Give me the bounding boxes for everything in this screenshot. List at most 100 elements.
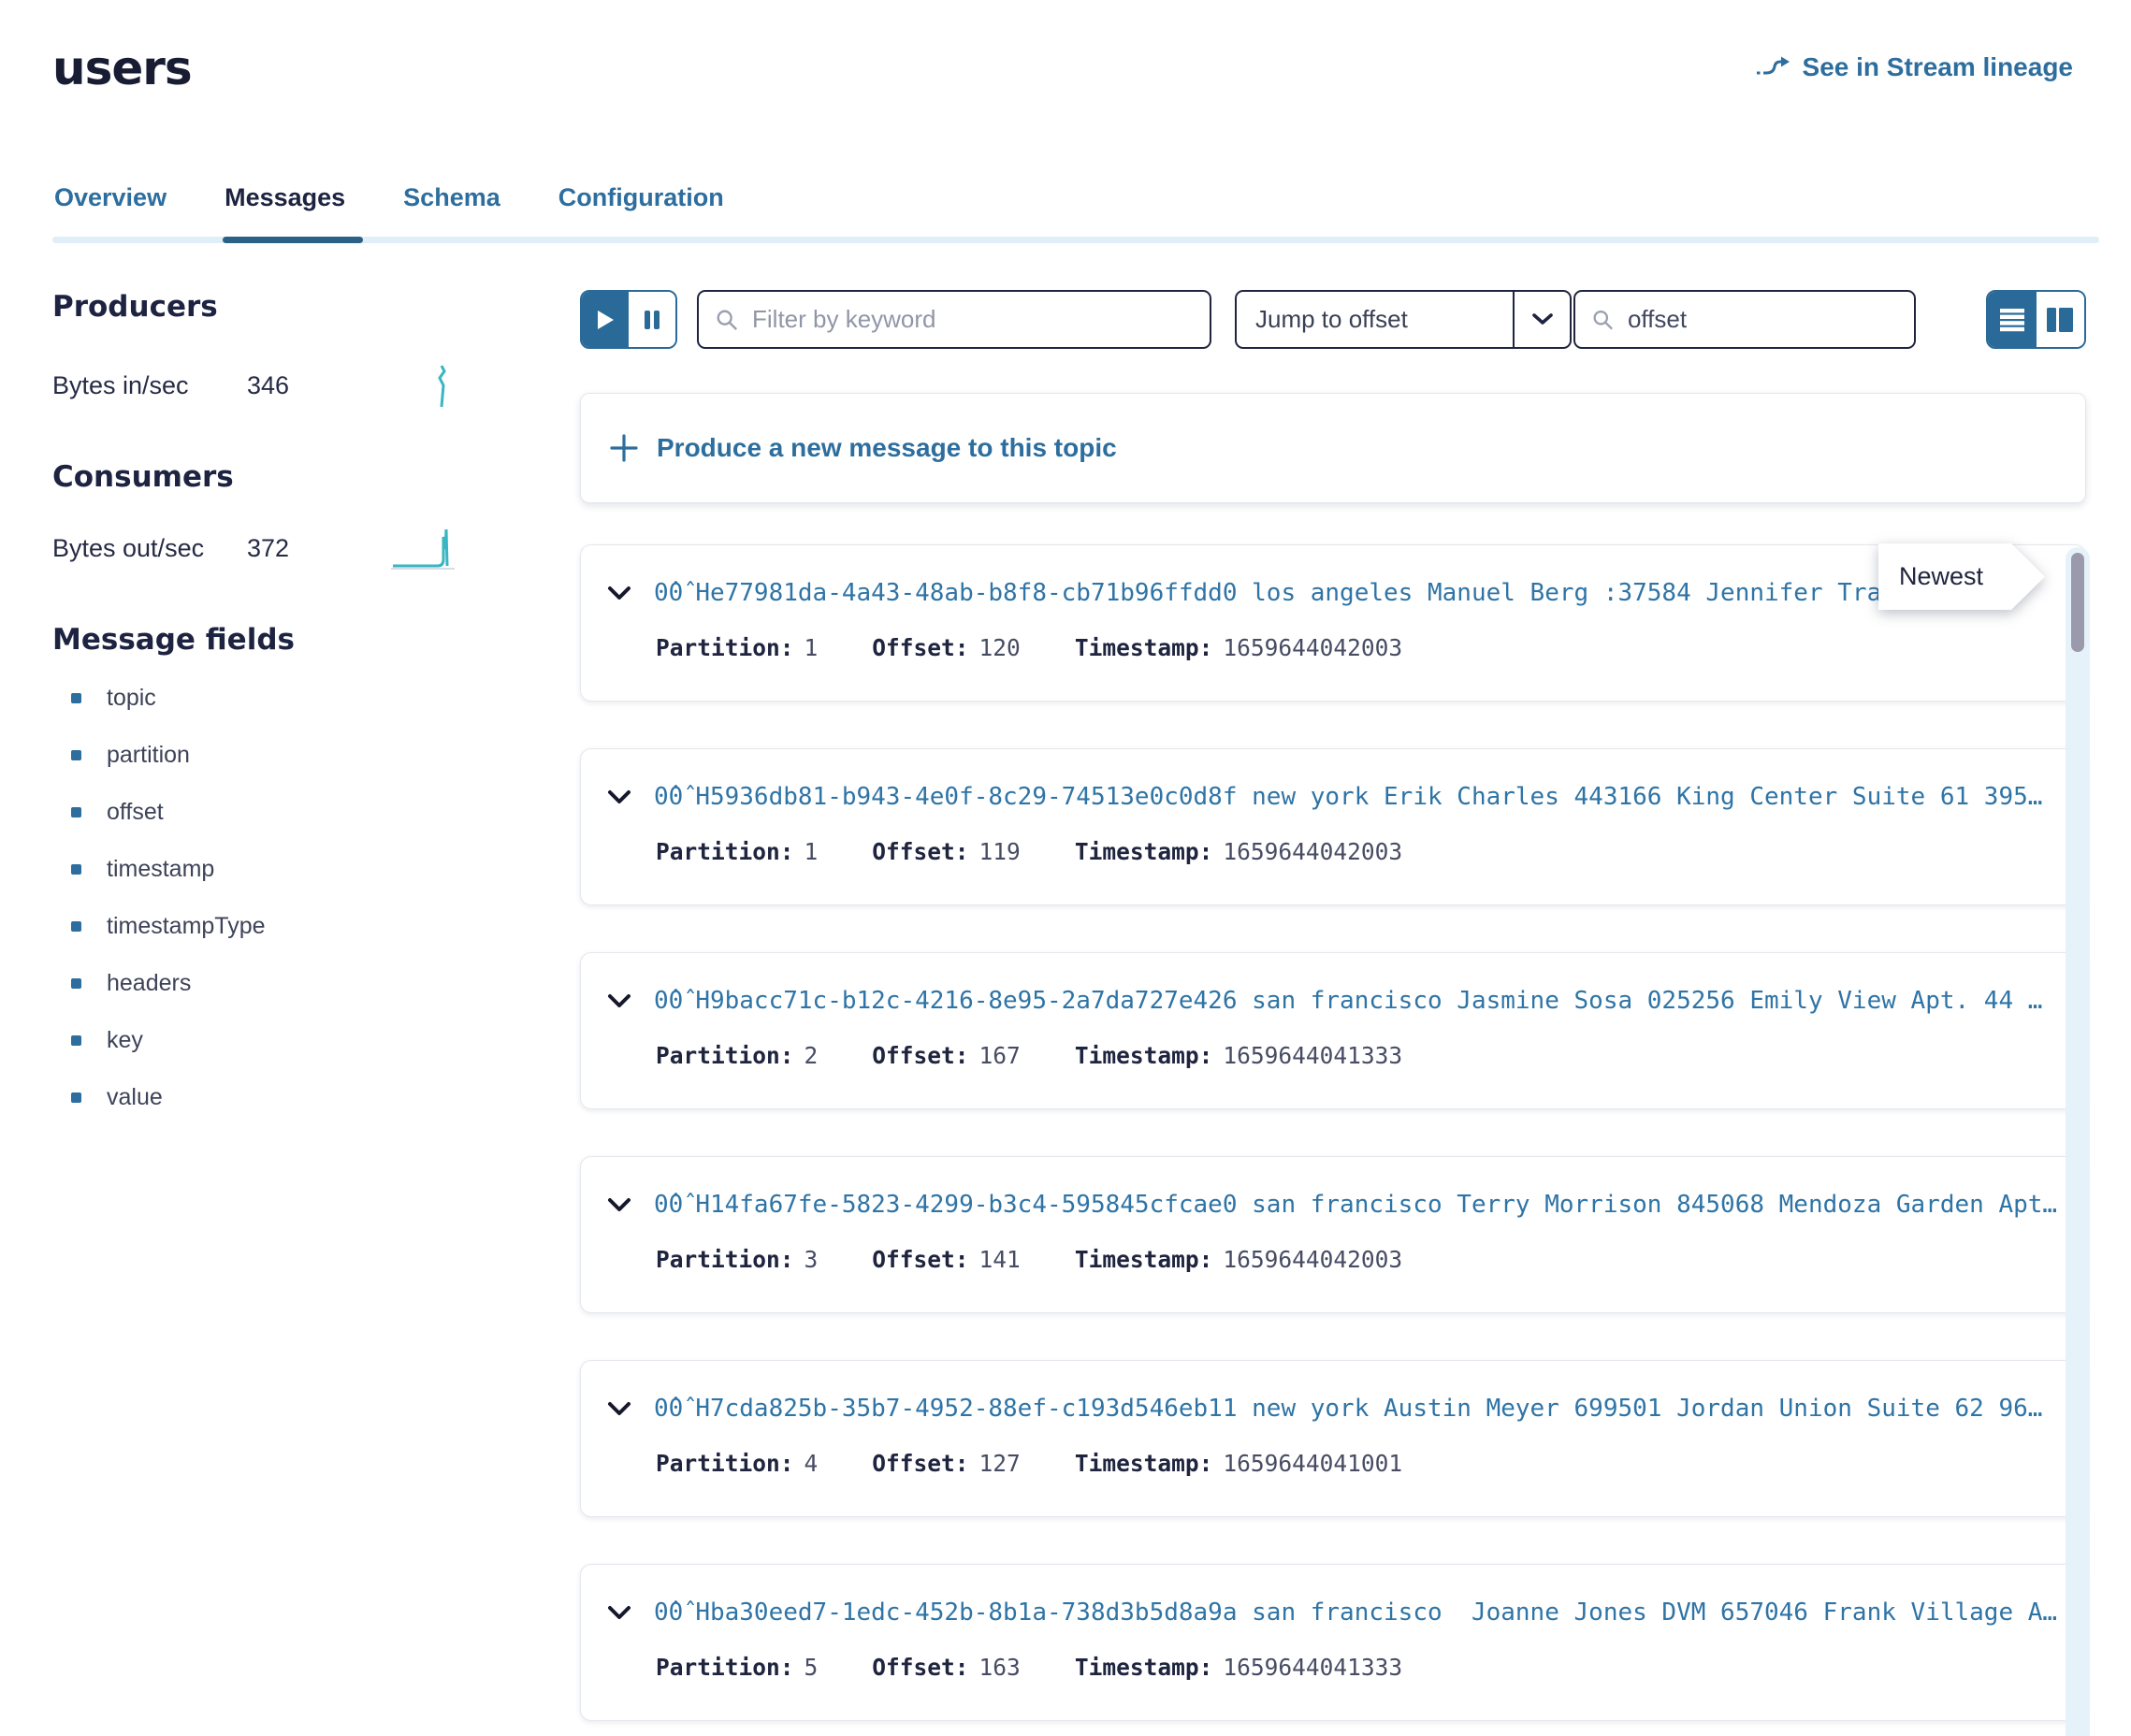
message-field-item[interactable]: timestampType [52,898,580,955]
tab-underline-track [52,237,2099,243]
list-view-button[interactable] [1988,292,2037,347]
offset-input-wrapper [1573,290,1916,349]
timestamp-pair: Timestamp:1659644041001 [1075,1450,1402,1477]
bytes-out-sparkline [389,524,457,572]
message-key-row: 0̂0̂ H9bacc71c-b12c-4216-8e95-2a7da727e4… [607,987,2057,1015]
message-field-item[interactable]: topic [52,670,580,727]
message-key: H14fa67fe-5823-4299-b3c4-595845cfcae0 sa… [695,1191,2057,1219]
bytes-out-metric: Bytes out/sec 372 [52,522,457,574]
message-meta-row: Partition:2 Offset:167 Timestamp:1659644… [607,1042,2057,1069]
stream-lineage-icon [1755,55,1790,80]
consumers-heading: Consumers [52,460,580,494]
offset-pair: Offset:119 [872,838,1021,865]
jump-to-offset-select[interactable]: Jump to offset [1235,290,1572,349]
field-label: key [107,1027,143,1054]
tab-overview[interactable]: Overview [52,183,168,237]
message-card[interactable]: 0̂0̂ H5936db81-b943-4e0f-8c29-74513e0c0d… [580,748,2086,905]
message-fields-heading: Message fields [52,623,580,657]
message-meta-row: Partition:3 Offset:141 Timestamp:1659644… [607,1246,2057,1273]
chevron-down-icon[interactable] [607,1605,631,1621]
scrollbar-thumb[interactable] [2071,553,2084,652]
field-bullet-icon [71,978,81,989]
play-icon [595,309,616,331]
field-bullet-icon [71,807,81,817]
chevron-down-icon [1532,313,1553,326]
column-view-button[interactable] [2037,292,2085,347]
message-meta-row: Partition:1 Offset:120 Timestamp:1659644… [607,634,2057,661]
pause-button[interactable] [629,292,675,347]
tab-bar: Overview Messages Schema Configuration [0,183,2131,243]
play-button[interactable] [582,292,629,347]
message-card[interactable]: 0̂0̂ H14fa67fe-5823-4299-b3c4-595845cfca… [580,1156,2086,1313]
tab-messages[interactable]: Messages [223,183,347,237]
select-chevron-segment[interactable] [1513,292,1570,347]
offset-pair: Offset:127 [872,1450,1021,1477]
field-bullet-icon [71,864,81,875]
message-card[interactable]: 0̂0̂ H9bacc71c-b12c-4216-8e95-2a7da727e4… [580,952,2086,1109]
message-key-row: 0̂0̂ H7cda825b-35b7-4952-88ef-c193d546eb… [607,1395,2057,1423]
field-label: timestamp [107,856,214,883]
chevron-down-icon[interactable] [607,1197,631,1213]
chevron-down-icon[interactable] [607,789,631,805]
partition-pair: Partition:3 [656,1246,818,1273]
binary-glyphs: 0̂0̂ [654,579,683,607]
message-key: He77981da-4a43-48ab-b8f8-cb71b96ffdd0 lo… [695,579,1940,607]
produce-message-button[interactable]: Produce a new message to this topic [580,393,2086,503]
message-card[interactable]: 0̂0̂ Hba30eed7-1edc-452b-8b1a-738d3b5d8a… [580,1564,2086,1721]
message-key: Hba30eed7-1edc-452b-8b1a-738d3b5d8a9a sa… [695,1599,2057,1627]
field-label: topic [107,685,156,712]
timestamp-pair: Timestamp:1659644042003 [1075,1246,1402,1273]
tab-active-indicator [223,237,363,243]
timestamp-pair: Timestamp:1659644041333 [1075,1042,1402,1069]
plus-icon [609,433,639,463]
message-key: H7cda825b-35b7-4952-88ef-c193d546eb11 ne… [695,1395,2042,1423]
tab-schema[interactable]: Schema [401,183,502,237]
header: users See in Stream lineage [0,0,2131,95]
bytes-in-value: 346 [247,371,289,400]
chevron-down-icon[interactable] [607,993,631,1009]
newest-tooltip-body: Newest [1878,543,2045,610]
message-key: H5936db81-b943-4e0f-8c29-74513e0c0d8f ne… [695,783,2042,811]
stream-lineage-link[interactable]: See in Stream lineage [1755,52,2073,82]
message-field-item[interactable]: timestamp [52,841,580,898]
message-key-row: 0̂0̂ He77981da-4a43-48ab-b8f8-cb71b96ffd… [607,579,2057,607]
bytes-out-label: Bytes out/sec [52,534,247,563]
field-bullet-icon [71,1035,81,1046]
pause-icon [643,309,661,331]
message-field-item[interactable]: value [52,1069,580,1126]
bytes-in-sparkline [423,362,457,409]
messages-panel: Jump to offset [580,243,2131,1721]
field-bullet-icon [71,750,81,760]
produce-message-label: Produce a new message to this topic [657,433,1117,463]
message-fields-list: topic partition offset timestamp timesta… [52,670,580,1126]
message-meta-row: Partition:4 Offset:127 Timestamp:1659644… [607,1450,2057,1477]
bytes-out-value: 372 [247,534,289,563]
stream-lineage-label: See in Stream lineage [1803,52,2073,82]
play-pause-toggle [580,290,677,349]
search-icon [1592,308,1614,332]
filter-input[interactable] [752,305,1193,334]
field-bullet-icon [71,693,81,703]
column-view-icon [2046,307,2074,333]
offset-input[interactable] [1628,305,1897,334]
binary-glyphs: 0̂0̂ [654,1599,683,1627]
message-field-item[interactable]: partition [52,727,580,784]
field-label: headers [107,970,191,997]
message-list: 0̂0̂ He77981da-4a43-48ab-b8f8-cb71b96ffd… [580,544,2086,1721]
message-card[interactable]: 0̂0̂ He77981da-4a43-48ab-b8f8-cb71b96ffd… [580,544,2086,702]
chevron-down-icon[interactable] [607,1401,631,1417]
field-label: partition [107,742,190,769]
message-field-item[interactable]: offset [52,784,580,841]
offset-pair: Offset:163 [872,1654,1021,1681]
binary-glyphs: 0̂0̂ [654,1191,683,1219]
chevron-down-icon[interactable] [607,586,631,601]
tab-configuration[interactable]: Configuration [557,183,726,237]
field-label: value [107,1084,163,1111]
binary-glyphs: 0̂0̂ [654,987,683,1015]
scrollbar-track[interactable] [2066,547,2090,1736]
message-card[interactable]: 0̂0̂ H7cda825b-35b7-4952-88ef-c193d546eb… [580,1360,2086,1517]
message-field-item[interactable]: headers [52,955,580,1012]
message-meta-row: Partition:5 Offset:163 Timestamp:1659644… [607,1654,2057,1681]
field-label: offset [107,799,164,826]
message-field-item[interactable]: key [52,1012,580,1069]
